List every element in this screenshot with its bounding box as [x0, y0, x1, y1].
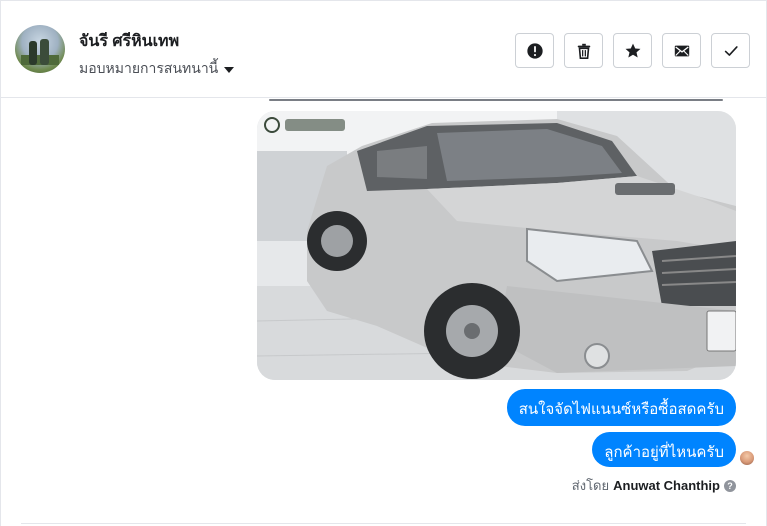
- help-icon[interactable]: ?: [724, 479, 736, 492]
- done-button[interactable]: [711, 33, 750, 68]
- message-text: สนใจจัดไฟแนนซ์หรือซื้อสดครับ: [518, 401, 724, 418]
- sent-by-prefix: ส่งโดย: [571, 478, 610, 493]
- contact-avatar[interactable]: [15, 25, 65, 73]
- assign-label: มอบหมายการสนทนานี้: [79, 60, 219, 76]
- mark-unread-button[interactable]: [662, 33, 701, 68]
- truck-photo: [257, 111, 736, 380]
- star-button[interactable]: [613, 33, 652, 68]
- assign-conversation-dropdown[interactable]: มอบหมายการสนทนานี้: [79, 58, 235, 80]
- sent-by-author: Anuwat Chanthip: [613, 478, 720, 493]
- message-bubble[interactable]: ลูกค้าอยู่ที่ไหนครับ: [592, 432, 736, 467]
- conversation-panel: จันรี ศรีหินเทพ มอบหมายการสนทนานี้ สนใจจ…: [0, 0, 767, 526]
- conversation-header: จันรี ศรีหินเทพ มอบหมายการสนทนานี้: [1, 1, 766, 98]
- image-attachment[interactable]: [257, 111, 736, 380]
- trash-icon: [577, 43, 590, 59]
- previous-message-edge: [269, 99, 723, 101]
- caret-down-icon: [224, 67, 235, 73]
- header-actions: [515, 33, 750, 68]
- sent-by-info: ส่งโดย Anuwat Chanthip ?: [572, 475, 736, 496]
- delete-button[interactable]: [564, 33, 603, 68]
- envelope-icon: [674, 45, 689, 56]
- message-bubble[interactable]: สนใจจัดไฟแนนซ์หรือซื้อสดครับ: [506, 389, 736, 426]
- exclamation-circle-icon: [526, 42, 543, 59]
- message-text: ลูกค้าอยู่ที่ไหนครับ: [604, 444, 724, 461]
- contact-name[interactable]: จันรี ศรีหินเทพ: [79, 29, 179, 54]
- divider: [21, 523, 746, 524]
- report-button[interactable]: [515, 33, 554, 68]
- message-thread: สนใจจัดไฟแนนซ์หรือซื้อสดครับ ลูกค้าอยู่ท…: [1, 99, 766, 526]
- checkmark-icon: [724, 45, 738, 56]
- seen-avatar: [740, 451, 754, 465]
- star-icon: [625, 43, 640, 57]
